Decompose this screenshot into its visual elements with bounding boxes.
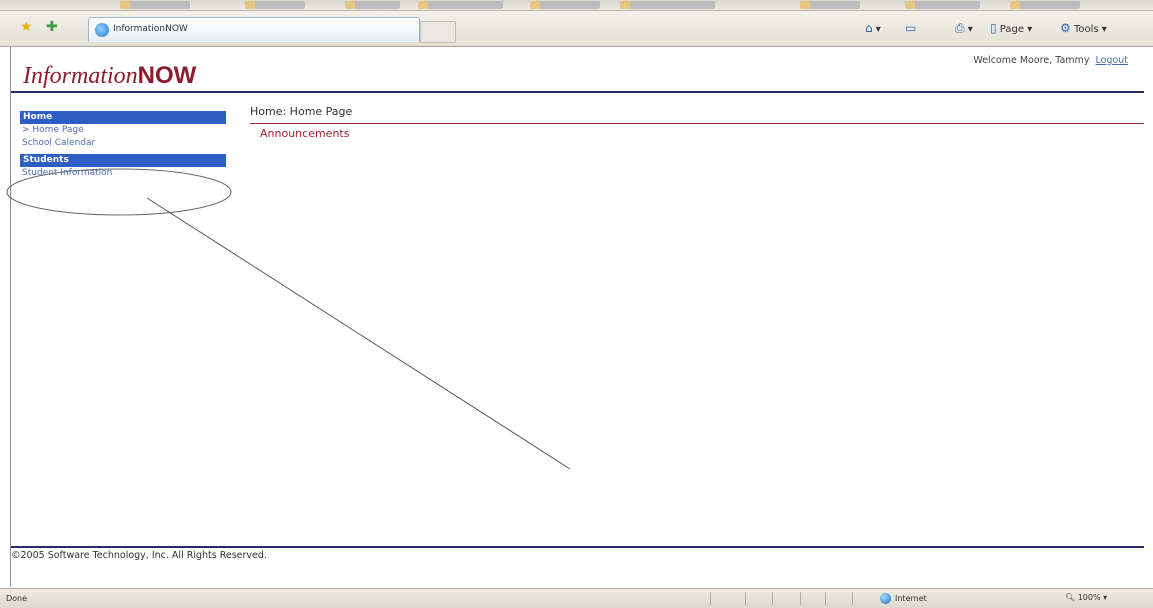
sidebar-item-school-calendar[interactable]: School Calendar (20, 137, 226, 150)
favorite-link[interactable] (120, 1, 190, 9)
copyright-text: ©2005 Software Technology, Inc. All Righ… (11, 550, 267, 561)
tools-menu-label: Tools (1073, 24, 1099, 35)
zoom-label: 100% (1077, 593, 1101, 602)
favorites-star-icon[interactable]: ★ (20, 19, 33, 35)
breadcrumb: Home: Home Page (250, 105, 353, 118)
logo-text-information: Information (23, 63, 138, 89)
status-divider (825, 592, 826, 605)
tools-menu[interactable]: ⚙ Tools ▾ (1060, 21, 1107, 35)
sidebar-section-students[interactable]: Students (20, 154, 226, 167)
feeds-icon: ▭ (905, 21, 917, 35)
zoom-icon: 🔍︎ (1065, 593, 1076, 602)
favorites-bar (0, 0, 1153, 11)
tab-title: InformationNOW (113, 24, 188, 34)
sidebar-item-student-information[interactable]: Student Information (20, 167, 226, 180)
ie-page-icon (95, 23, 109, 37)
welcome-text: Welcome Moore, Tammy (973, 55, 1090, 66)
zone-label: Internet (895, 594, 927, 603)
logo-text-now: NOW (137, 62, 197, 89)
browser-toolbar: ★ ✚ InformationNOW ⌂ ▾ ▭ ⎙ ▾ ▯ Page ▾ ⚙ … (0, 11, 1153, 47)
zoom-control[interactable]: 🔍︎ 100% ▾ (1065, 593, 1107, 602)
security-zone[interactable]: Internet (880, 593, 927, 604)
page-menu-label: Page (999, 24, 1025, 35)
status-divider (800, 592, 801, 605)
sidebar-item-home-page[interactable]: > Home Page (20, 124, 226, 137)
sidebar-nav: Home > Home Page School Calendar Student… (20, 111, 226, 180)
status-divider (710, 592, 711, 605)
page-content: InformationNOW Welcome Moore, Tammy Logo… (10, 47, 1144, 587)
feeds-button[interactable]: ▭ (905, 21, 916, 35)
status-divider (852, 592, 853, 605)
status-divider (745, 592, 746, 605)
favorite-link[interactable] (620, 1, 715, 9)
page-menu[interactable]: ▯ Page ▾ (990, 21, 1032, 35)
breadcrumb-divider (250, 123, 1144, 124)
favorite-link[interactable] (345, 1, 400, 9)
status-divider (772, 592, 773, 605)
favorite-link[interactable] (418, 1, 503, 9)
home-button[interactable]: ⌂ ▾ (865, 21, 881, 35)
favorite-link[interactable] (800, 1, 860, 9)
print-icon: ⎙ (955, 21, 965, 35)
header-divider (11, 91, 1144, 93)
sidebar-section-home[interactable]: Home (20, 111, 226, 124)
browser-tab[interactable]: InformationNOW (88, 17, 420, 42)
logout-link[interactable]: Logout (1095, 55, 1128, 66)
page-icon: ▯ (990, 21, 997, 35)
add-favorite-icon[interactable]: ✚ (46, 19, 58, 35)
status-bar: Done Internet 🔍︎ 100% ▾ (0, 588, 1153, 608)
favorite-link[interactable] (245, 1, 305, 9)
new-tab-button[interactable] (420, 21, 456, 43)
globe-icon (880, 593, 891, 604)
welcome-message: Welcome Moore, Tammy Logout (973, 55, 1128, 66)
footer-divider (11, 546, 1144, 548)
favorite-link[interactable] (530, 1, 600, 9)
app-logo: InformationNOW (23, 63, 196, 91)
favorite-link[interactable] (1010, 1, 1080, 9)
status-text: Done (6, 594, 28, 603)
favorite-link[interactable] (905, 1, 980, 9)
tools-icon: ⚙ (1060, 21, 1071, 35)
print-button[interactable]: ⎙ ▾ (955, 21, 973, 36)
announcements-heading: Announcements (260, 127, 350, 140)
home-icon: ⌂ (865, 21, 873, 35)
